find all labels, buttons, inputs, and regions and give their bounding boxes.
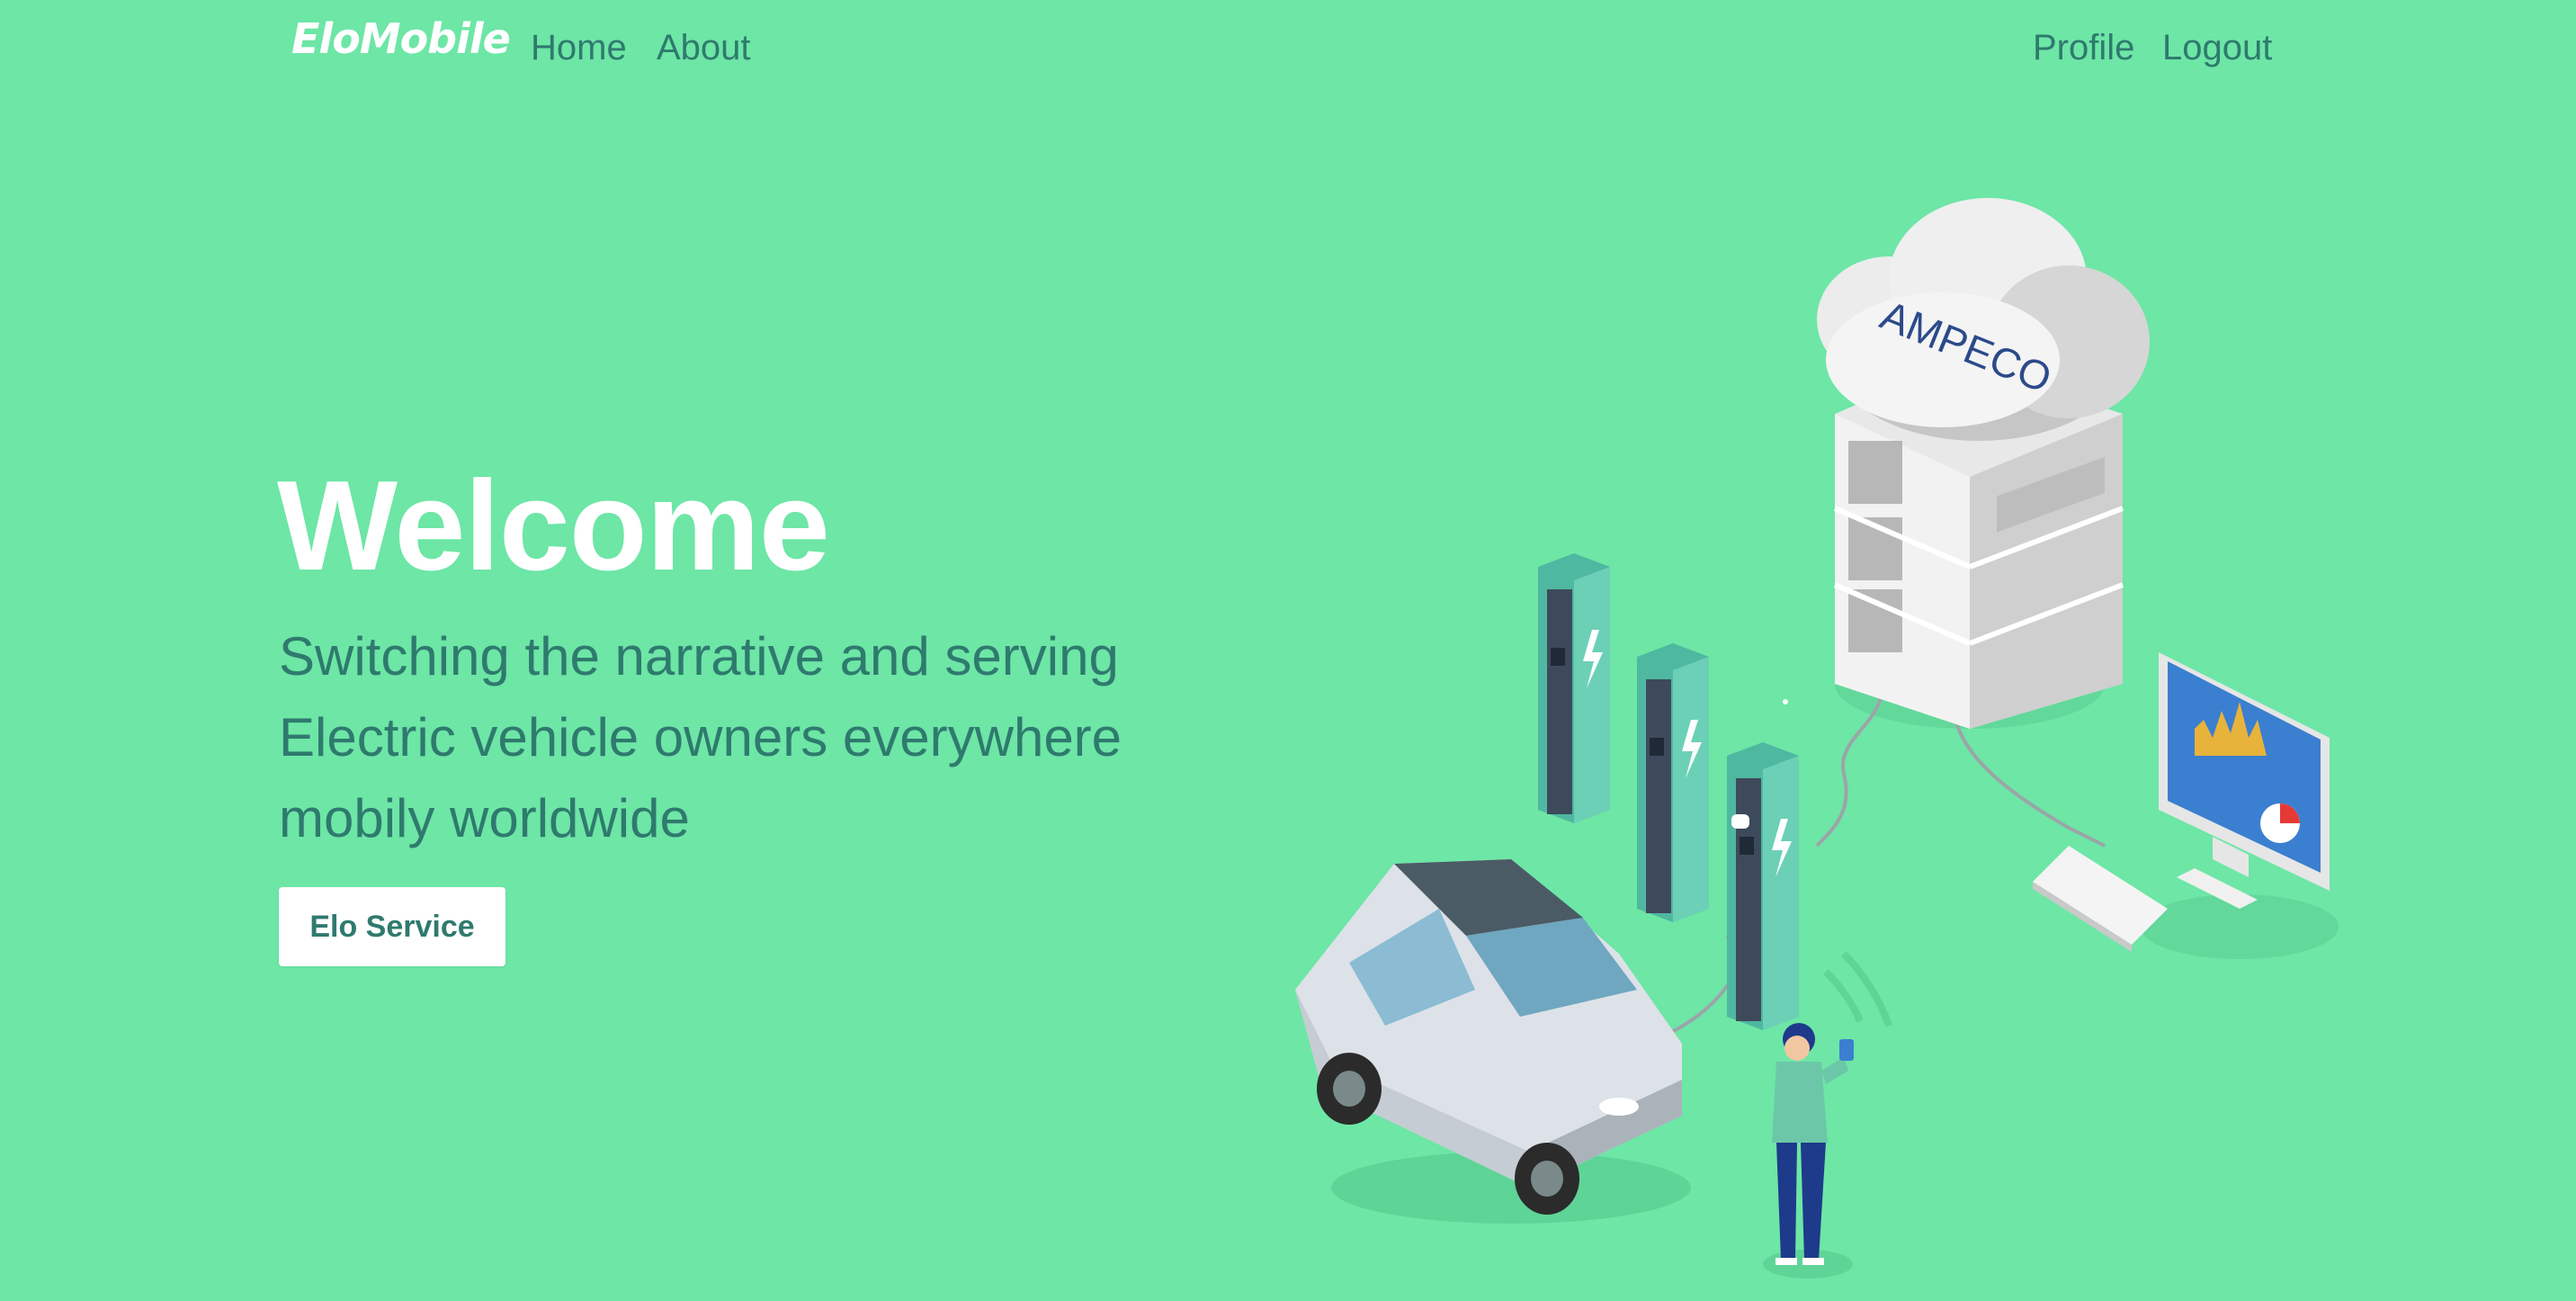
nav-home-link[interactable]: Home: [531, 25, 627, 70]
charging-station-icon: [1538, 553, 1610, 823]
ev-charging-illustration: AMPECO: [1295, 198, 2339, 1279]
nav-about-link[interactable]: About: [657, 25, 751, 70]
nav-profile-link[interactable]: Profile: [2033, 25, 2134, 70]
electric-car-icon: [1295, 859, 1691, 1224]
hero-subtitle-line: Electric vehicle owners everywhere: [279, 707, 1123, 767]
navbar: EloMobile Home About Profile Logout: [0, 0, 2576, 99]
hero-title: Welcome: [277, 454, 830, 597]
hero-subtitle-line: Switching the narrative and serving: [279, 626, 1119, 686]
cloud-server-icon: AMPECO: [1817, 198, 2150, 729]
charging-station-icon: [1637, 643, 1709, 922]
charging-station-icon: [1727, 742, 1799, 1030]
elo-service-button[interactable]: Elo Service: [279, 887, 505, 966]
page: EloMobile Home About Profile Logout Welc…: [0, 0, 2576, 1301]
computer-monitor-icon: [2159, 652, 2330, 909]
brand-logo[interactable]: EloMobile: [291, 14, 511, 63]
hero-subtitle: Switching the narrative and serving Elec…: [279, 616, 1178, 859]
nav-logout-link[interactable]: Logout: [2162, 25, 2272, 70]
hero-subtitle-line: mobily worldwide: [279, 788, 690, 848]
